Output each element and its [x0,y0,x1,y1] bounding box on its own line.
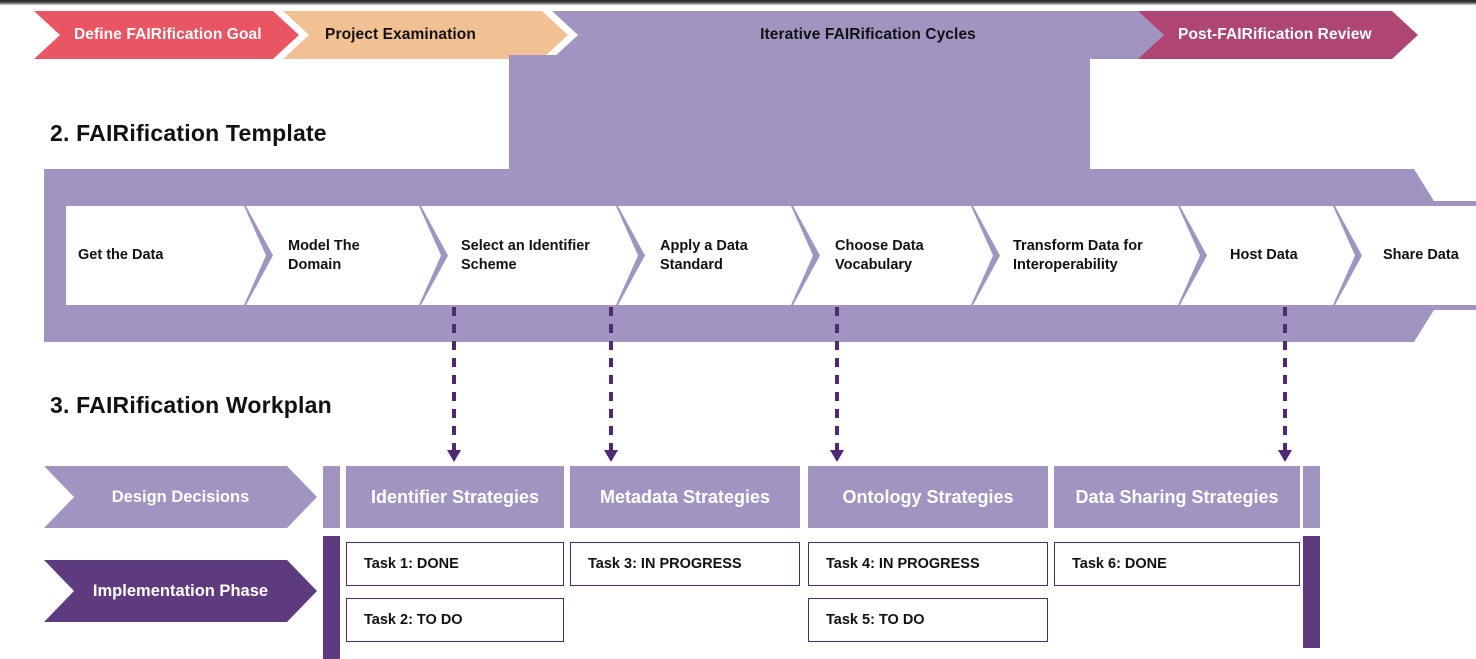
design-row-rail-left [323,466,340,528]
diagram-canvas: Define FAIRification Goal Project Examin… [0,0,1476,659]
template-step-transform-data-for-interoperability[interactable]: Transform Data for Interoperability [973,201,1205,310]
phase-label: Post-FAIRification Review [1178,26,1372,43]
step-label: Choose Data Vocabulary [835,237,924,273]
arrowhead-icon [830,450,844,462]
task-label: Task 5: TO DO [826,612,925,628]
step-label: Host Data [1230,247,1298,264]
row-label: Implementation Phase [92,581,269,600]
step-label: Transform Data for Interoperability [1013,237,1143,273]
step-label: Select an Identifier Scheme [461,237,590,273]
template-step-get-the-data[interactable]: Get the Data [66,201,271,310]
task-label: Task 1: DONE [364,556,459,572]
template-step-select-an-identifier-scheme[interactable]: Select an Identifier Scheme [421,201,643,310]
implementation-row-rail-right [1303,536,1320,648]
phase-label: Iterative FAIRification Cycles [760,26,976,43]
connector-line [835,307,839,451]
step-label: Model The Domain [288,237,360,273]
task-card[interactable]: Task 5: TO DO [808,598,1048,642]
strategy-data-sharing[interactable]: Data Sharing Strategies [1054,466,1300,528]
strategy-label: Ontology Strategies [842,486,1014,507]
task-label: Task 4: IN PROGRESS [826,556,980,572]
section-title-workplan: 3. FAIRification Workplan [50,392,332,418]
connector-line [609,307,613,451]
strategy-label: Data Sharing Strategies [1075,486,1279,507]
task-card[interactable]: Task 1: DONE [346,542,564,586]
strategy-label: Identifier Strategies [370,486,540,507]
task-card[interactable]: Task 2: TO DO [346,598,564,642]
step-label: Share Data [1383,247,1459,264]
row-label: Design Decisions [111,487,250,506]
task-label: Task 6: DONE [1072,556,1167,572]
arrowhead-icon [1278,450,1292,462]
window-edge-strip [0,0,1476,5]
strategy-ontology[interactable]: Ontology Strategies [808,466,1048,528]
iterative-phase-connector-band [509,55,1090,170]
implementation-row-rail-left [323,536,340,659]
connector-line [1283,307,1287,451]
design-row-rail-right [1303,466,1320,528]
phase-post-fairification-review[interactable]: Post-FAIRification Review [1138,11,1418,59]
template-steps-container: Get the Data Model The Domain Select an … [66,201,1448,310]
step-label: Apply a Data Standard [660,237,748,273]
phase-iterative-fairification-cycles[interactable]: Iterative FAIRification Cycles [552,11,1184,59]
task-card[interactable]: Task 6: DONE [1054,542,1300,586]
task-card[interactable]: Task 4: IN PROGRESS [808,542,1048,586]
connector-arrow-ontology [830,307,844,462]
phase-label: Define FAIRification Goal [74,26,262,43]
connector-arrow-metadata [604,307,618,462]
arrowhead-icon [604,450,618,462]
connector-line [452,307,456,451]
step-label: Get the Data [78,247,164,264]
phase-project-examination[interactable]: Project Examination [283,11,568,59]
connector-arrow-identifier [447,307,461,462]
section-title-template: 2. FAIRification Template [50,120,327,146]
arrowhead-icon [447,450,461,462]
connector-arrow-data-sharing [1278,307,1292,462]
template-step-host-data[interactable]: Host Data [1180,201,1360,310]
template-step-model-the-domain[interactable]: Model The Domain [246,201,446,310]
task-card[interactable]: Task 3: IN PROGRESS [570,542,800,586]
workplan-row-implementation-phase[interactable]: Implementation Phase [44,560,317,622]
workplan-row-design-decisions[interactable]: Design Decisions [44,466,317,528]
strategy-label: Metadata Strategies [599,486,771,507]
task-label: Task 2: TO DO [364,612,463,628]
phase-label: Project Examination [325,26,476,43]
template-step-apply-a-data-standard[interactable]: Apply a Data Standard [618,201,818,310]
phase-define-fairification-goal[interactable]: Define FAIRification Goal [34,11,299,59]
template-step-share-data[interactable]: Share Data [1335,201,1476,310]
task-label: Task 3: IN PROGRESS [588,556,742,572]
strategy-identifier[interactable]: Identifier Strategies [346,466,564,528]
template-step-choose-data-vocabulary[interactable]: Choose Data Vocabulary [793,201,998,310]
strategy-metadata[interactable]: Metadata Strategies [570,466,800,528]
